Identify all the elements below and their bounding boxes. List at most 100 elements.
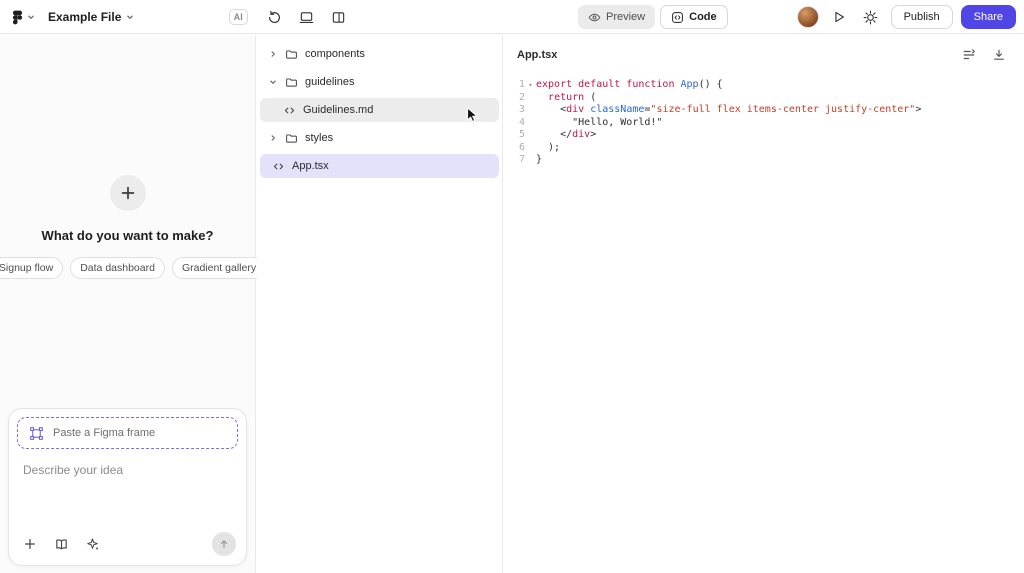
tree-item-label: styles (305, 132, 334, 144)
guidelines-book-button[interactable] (52, 535, 70, 553)
topbar-right-group: Publish Share (796, 0, 1016, 34)
idea-text-input[interactable]: Describe your idea (23, 463, 238, 477)
code-editor[interactable]: 1 ▾ export default function App() {2 retur… (504, 75, 1024, 167)
code-token: "size-full flex items-center justify-cen… (650, 104, 916, 115)
topbar: Example File AI Preview Code Publish Sha… (0, 0, 1024, 34)
line-number: 5 (518, 129, 525, 140)
fold-chevron-icon[interactable]: ▾ (525, 79, 536, 92)
code-tab[interactable]: Code (660, 5, 728, 29)
figma-logo-icon (12, 10, 23, 25)
topbar-tools-group (262, 0, 350, 34)
code-line: 3 < div className = "size-full flex items-c… (516, 104, 1024, 117)
composer-actions (21, 532, 236, 556)
code-token: className (590, 104, 645, 115)
tree-item-label: guidelines (305, 76, 355, 88)
user-avatar[interactable] (796, 6, 819, 28)
tree-item-guidelines-md[interactable]: Guidelines.md (260, 98, 499, 122)
new-prompt-button[interactable] (109, 175, 146, 211)
format-code-button[interactable] (957, 43, 981, 67)
code-filename: App.tsx (517, 49, 558, 61)
chat-panel: What do you want to make? Signup flow Da… (0, 35, 267, 573)
send-button[interactable] (212, 532, 236, 556)
line-number: 4 (518, 116, 525, 128)
tree-item-components[interactable]: components (260, 42, 499, 66)
arrow-up-icon (218, 538, 230, 550)
code-token: > (915, 104, 922, 115)
main-menu-button[interactable] (8, 8, 39, 27)
code-line: 4 "Hello, World!" (516, 117, 1024, 130)
code-token: App (680, 79, 699, 90)
topbar-left-group: Example File AI (0, 0, 256, 34)
code-token: return (548, 91, 585, 103)
plus-icon (120, 185, 136, 201)
code-token: div (572, 129, 591, 140)
folder-icon (285, 76, 298, 89)
app-window: Example File AI Preview Code Publish Sha… (0, 0, 1024, 573)
code-editor-panel: App.tsx 1 ▾ export default function App() … (504, 35, 1024, 573)
tree-item-app-tsx[interactable]: App.tsx (260, 154, 499, 178)
code-token: </ (536, 129, 573, 140)
chip-gradient-gallery[interactable]: Gradient gallery (171, 257, 267, 279)
prompt-hero: What do you want to make? Signup flow Da… (0, 175, 267, 279)
code-token: } (536, 154, 543, 165)
tree-item-styles[interactable]: styles (260, 126, 499, 150)
code-line: 5 </div > (516, 129, 1024, 142)
paste-figma-frame-label: Paste a Figma frame (53, 427, 156, 439)
download-code-button[interactable] (987, 43, 1011, 67)
code-token: () { (698, 79, 723, 90)
attach-plus-button[interactable] (21, 535, 39, 553)
chip-signup-flow[interactable]: Signup flow (0, 257, 64, 279)
code-line: 1 ▾ export default function App() { (516, 79, 1024, 92)
line-number: 2 (518, 91, 525, 103)
settings-gear-button[interactable] (859, 5, 883, 29)
code-lines: 1 ▾ export default function App() {2 retur… (516, 79, 1024, 167)
code-token: "Hello, World!" (536, 116, 663, 128)
line-number: 7 (518, 154, 525, 165)
paste-figma-frame-dropzone[interactable]: Paste a Figma frame (17, 417, 238, 449)
ai-badge: AI (228, 9, 248, 25)
tree-item-label: components (305, 48, 365, 60)
refresh-button[interactable] (262, 5, 286, 29)
code-token: > (590, 129, 597, 140)
line-number: 6 (518, 141, 525, 153)
console-panel-button[interactable] (294, 5, 318, 29)
code-file-icon (272, 160, 285, 173)
tree-item-label: App.tsx (292, 160, 329, 172)
line-number: 3 (518, 104, 525, 115)
code-token: ); (536, 141, 561, 153)
code-token: div (566, 104, 585, 115)
code-token: < (536, 104, 567, 115)
file-tree: components guidelines Guidelines.md styl… (257, 35, 503, 573)
line-number: 1 (518, 79, 525, 90)
split-layout-button[interactable] (326, 5, 350, 29)
folder-icon (285, 132, 298, 145)
sparkle-ai-button[interactable] (83, 535, 101, 553)
chevron-right-icon (268, 50, 278, 58)
code-header-actions (957, 43, 1011, 67)
code-icon (671, 11, 684, 24)
code-line: 7} (516, 154, 1024, 167)
code-line: 6 ); (516, 142, 1024, 155)
tree-item-guidelines[interactable]: guidelines (260, 70, 499, 94)
play-button[interactable] (827, 5, 851, 29)
share-button[interactable]: Share (960, 5, 1016, 29)
eye-icon (588, 11, 601, 24)
code-file-icon (283, 104, 296, 117)
code-token: export default function (536, 79, 681, 90)
chevron-right-icon (268, 134, 278, 142)
chip-data-dashboard[interactable]: Data dashboard (70, 257, 165, 279)
preview-tab-label: Preview (606, 11, 646, 23)
file-name-menu[interactable]: Example File (43, 7, 139, 27)
prompt-composer: Paste a Figma frame Describe your idea (8, 408, 247, 566)
code-tab-label: Code (689, 11, 717, 23)
publish-button[interactable]: Publish (890, 5, 953, 29)
preview-tab[interactable]: Preview (578, 5, 656, 29)
suggestion-chips: Signup flow Data dashboard Gradient gall… (0, 257, 267, 279)
figma-frame-icon (29, 426, 44, 441)
mode-segmented-control: Preview Code (578, 5, 728, 29)
